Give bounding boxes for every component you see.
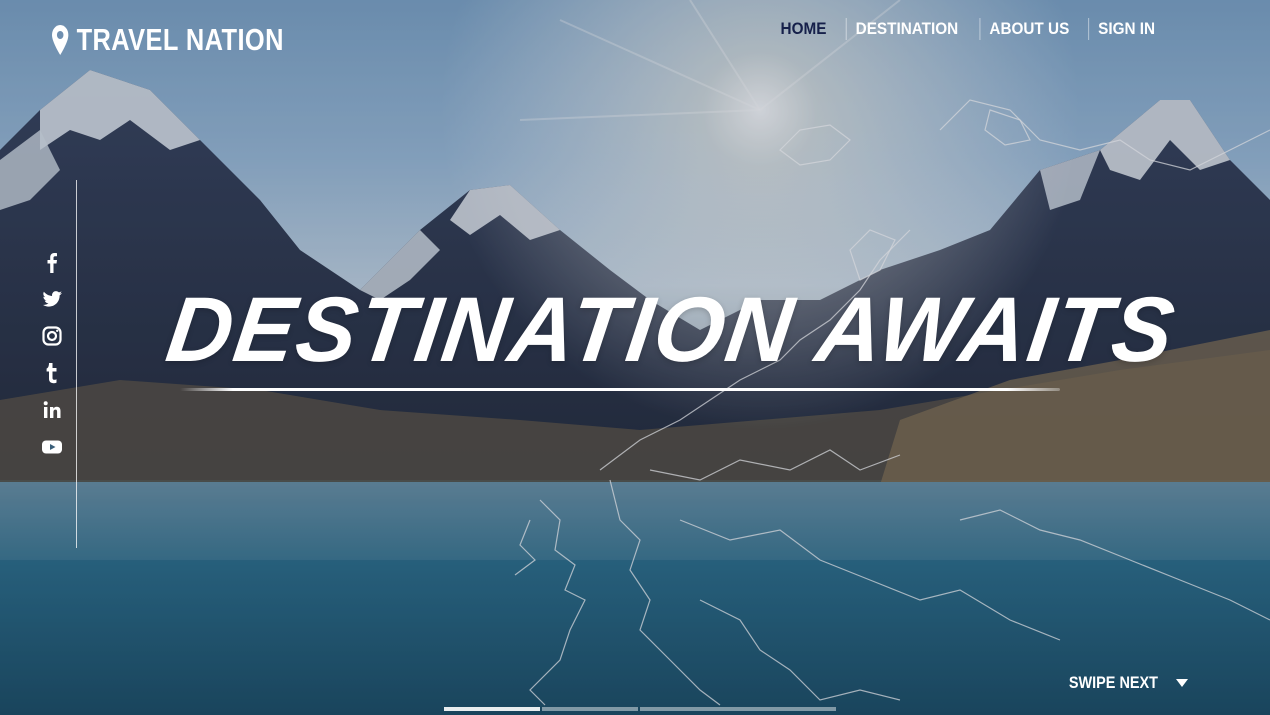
social-links: [38, 250, 66, 473]
nav-destination[interactable]: DESTINATION: [845, 18, 967, 40]
hero-section: TRAVEL NATION HOME DESTINATION ABOUT US …: [0, 0, 1270, 715]
slide-progress: [444, 707, 836, 711]
slide-indicator[interactable]: [640, 707, 836, 711]
nav-about-us[interactable]: ABOUT US: [979, 18, 1078, 40]
nav-home[interactable]: HOME: [772, 18, 836, 40]
headline-underline: [180, 388, 1060, 391]
linkedin-icon[interactable]: [38, 399, 66, 423]
brand-name: TRAVEL NATION: [76, 22, 284, 57]
map-pin-icon: [52, 25, 69, 55]
tumblr-icon[interactable]: [38, 362, 66, 386]
hero-headline: DESTINATION AWAITS: [160, 279, 1182, 381]
nav-sign-in[interactable]: SIGN IN: [1087, 18, 1164, 40]
logo[interactable]: TRAVEL NATION: [52, 22, 284, 58]
main-nav: HOME DESTINATION ABOUT US SIGN IN: [768, 18, 1168, 40]
social-divider: [76, 180, 77, 548]
facebook-icon[interactable]: [38, 251, 66, 275]
instagram-icon[interactable]: [38, 325, 66, 349]
twitter-icon[interactable]: [38, 288, 66, 312]
slide-indicator[interactable]: [444, 707, 540, 711]
swipe-next-label: SWIPE NEXT: [1069, 673, 1159, 692]
slide-indicator[interactable]: [542, 707, 638, 711]
youtube-icon[interactable]: [38, 436, 66, 460]
caret-down-icon: [1176, 679, 1188, 687]
swipe-next-button[interactable]: SWIPE NEXT: [1061, 673, 1188, 693]
